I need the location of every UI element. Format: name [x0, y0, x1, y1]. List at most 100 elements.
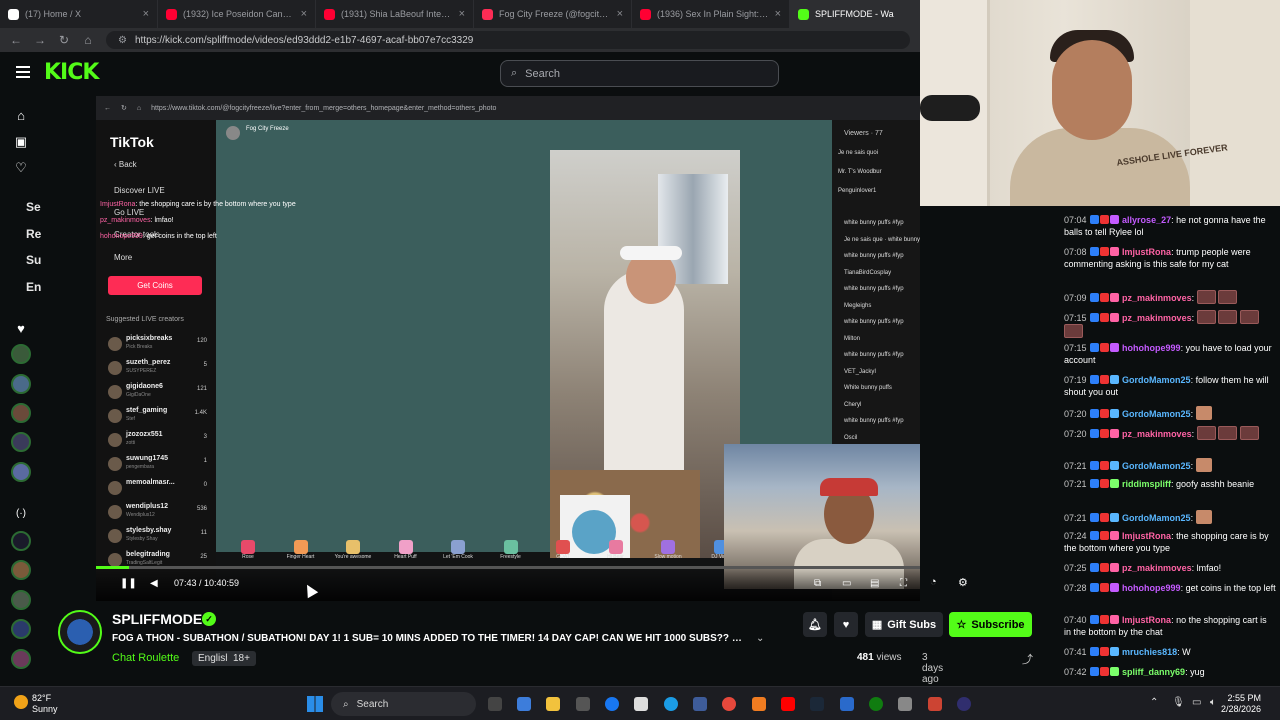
close-icon[interactable]: ×: [459, 8, 465, 20]
subscribe-button[interactable]: ☆ Subscribe: [949, 612, 1032, 637]
chat-username[interactable]: GordoMamon25: [1122, 375, 1191, 385]
browser-tab[interactable]: Fog City Freeze (@fogcityfreeze) | ×: [474, 0, 632, 28]
category-link[interactable]: Chat Roulette: [112, 652, 179, 664]
edge-icon[interactable]: [664, 697, 678, 711]
browser-tab[interactable]: (1931) Shia LaBeouf Interview - Yo ×: [316, 0, 474, 28]
app-icon[interactable]: [840, 697, 854, 711]
steam-icon[interactable]: [810, 697, 824, 711]
browser-tab[interactable]: (1936) Sex In Plain Sight: The Fig ×: [632, 0, 790, 28]
follow-button[interactable]: ♥: [834, 612, 858, 637]
app-icon[interactable]: [928, 697, 942, 711]
close-icon[interactable]: ×: [301, 8, 307, 20]
browse-nav-icon[interactable]: ▣: [13, 134, 29, 150]
browser-tab[interactable]: (1932) Ice Poseidon Cancels Ama... ×: [158, 0, 316, 28]
chat-username[interactable]: riddimspliff: [1122, 479, 1171, 489]
tray-chevron-icon[interactable]: ⌃: [1150, 697, 1158, 708]
chat-username[interactable]: allyrose_27: [1122, 215, 1171, 225]
tab-favicon-icon: [798, 8, 809, 20]
channel-avatar[interactable]: [11, 590, 31, 610]
chevron-down-icon[interactable]: ⌄: [756, 633, 764, 644]
file-explorer-icon[interactable]: [546, 697, 560, 711]
channel-avatar[interactable]: [11, 374, 31, 394]
recommended-icon[interactable]: (·): [13, 508, 29, 524]
chat-username[interactable]: spliff_danny69: [1122, 667, 1185, 677]
amazon-icon[interactable]: [634, 697, 648, 711]
theater-icon[interactable]: ▭: [842, 578, 851, 589]
back-icon[interactable]: ←: [10, 33, 22, 47]
network-icon[interactable]: ▭: [1192, 697, 1201, 708]
chat-message: 07:40 ImjustRona: no the shopping cart i…: [1064, 614, 1276, 638]
channel-avatar[interactable]: [11, 344, 31, 364]
kick-logo[interactable]: KICK: [44, 60, 99, 85]
clip-icon[interactable]: ⧉: [814, 578, 821, 589]
channel-avatar[interactable]: [11, 649, 31, 669]
channel-avatar[interactable]: [11, 560, 31, 580]
notification-bell-button[interactable]: 🔔︎: [803, 612, 827, 637]
heart-icon[interactable]: ♥: [13, 321, 29, 337]
pip-icon[interactable]: ▤: [870, 578, 879, 589]
channel-avatar[interactable]: [11, 403, 31, 423]
tag-age[interactable]: 18+: [227, 651, 256, 666]
close-icon[interactable]: ×: [617, 8, 623, 20]
app-icon[interactable]: [898, 697, 912, 711]
taskbar-search[interactable]: ⌕ Search: [331, 692, 476, 716]
youtube-icon[interactable]: [781, 697, 795, 711]
chrome-icon[interactable]: [722, 697, 736, 711]
chat-username[interactable]: pz_makinmoves: [1122, 429, 1192, 439]
channel-name[interactable]: SPLIFFMODE: [112, 611, 202, 627]
chat-timestamp: 07:40: [1064, 615, 1087, 625]
settings-icon[interactable]: ⚙: [958, 576, 968, 589]
site-info-icon[interactable]: ⚙: [118, 35, 127, 46]
badge-icon: [1089, 343, 1099, 352]
close-icon[interactable]: ×: [775, 8, 781, 20]
chat-username[interactable]: pz_makinmoves: [1122, 293, 1192, 303]
reload-icon[interactable]: ↻: [58, 33, 70, 47]
channel-avatar[interactable]: [11, 619, 31, 639]
chat-username[interactable]: pz_makinmoves: [1122, 313, 1192, 323]
store-icon[interactable]: [576, 697, 590, 711]
home-icon[interactable]: ⌂: [82, 33, 94, 47]
chat-username[interactable]: hohohope999: [1122, 343, 1181, 353]
speed-icon[interactable]: ◔: [930, 576, 937, 588]
channel-avatar[interactable]: [11, 432, 31, 452]
search-input[interactable]: ⌕ Search: [500, 60, 779, 87]
menu-icon[interactable]: [16, 66, 30, 78]
chat-username[interactable]: hohohope999: [1122, 583, 1181, 593]
chat-username[interactable]: pz_makinmoves: [1122, 563, 1192, 573]
fullscreen-icon[interactable]: ⛶: [900, 578, 907, 589]
chat-username[interactable]: ImjustRona: [1122, 247, 1171, 257]
vlc-icon[interactable]: [752, 697, 766, 711]
progress-bar[interactable]: [96, 566, 920, 569]
pause-icon[interactable]: ❚❚: [120, 578, 137, 589]
address-bar[interactable]: ⚙ https://kick.com/spliffmode/videos/ed9…: [106, 31, 910, 49]
gift-subs-button[interactable]: ▦ Gift Subs: [865, 612, 943, 637]
obs-icon[interactable]: [957, 697, 971, 711]
channel-avatar[interactable]: [11, 462, 31, 482]
share-icon[interactable]: ⤴: [1022, 651, 1033, 667]
forward-icon[interactable]: →: [34, 33, 46, 47]
facebook-icon[interactable]: [605, 697, 619, 711]
channel-avatar[interactable]: [11, 531, 31, 551]
channel-avatar-large[interactable]: [58, 610, 102, 654]
home-nav-icon[interactable]: ⌂: [13, 108, 29, 124]
xbox-icon[interactable]: [869, 697, 883, 711]
following-nav-icon[interactable]: ♡: [13, 160, 29, 176]
video-player[interactable]: ← ↻ ⌂ https://www.tiktok.com/@fogcityfre…: [96, 96, 920, 601]
chat-username[interactable]: ImjustRona: [1122, 615, 1171, 625]
copilot-icon[interactable]: [517, 697, 531, 711]
chat-username[interactable]: GordoMamon25: [1122, 409, 1191, 419]
close-icon[interactable]: ×: [143, 8, 149, 20]
tiktok-chat-line: white bunny puffs #fyp: [844, 286, 904, 292]
microphone-icon[interactable]: 🎙︎: [1172, 697, 1185, 708]
windows-start-icon[interactable]: [307, 696, 323, 712]
chat-username[interactable]: mruchies818: [1122, 647, 1177, 657]
task-view-icon[interactable]: [488, 697, 502, 711]
chat-username[interactable]: ImjustRona: [1122, 531, 1171, 541]
chat-username[interactable]: GordoMamon25: [1122, 461, 1191, 471]
volume-icon[interactable]: ◀: [150, 578, 158, 589]
browser-tab[interactable]: (17) Home / X ×: [0, 0, 158, 28]
system-clock[interactable]: 2:55 PM 2/28/2026: [1205, 693, 1261, 715]
chat-username[interactable]: GordoMamon25: [1122, 513, 1191, 523]
weather-widget[interactable]: 82°F Sunny: [14, 693, 58, 715]
calculator-icon[interactable]: [693, 697, 707, 711]
